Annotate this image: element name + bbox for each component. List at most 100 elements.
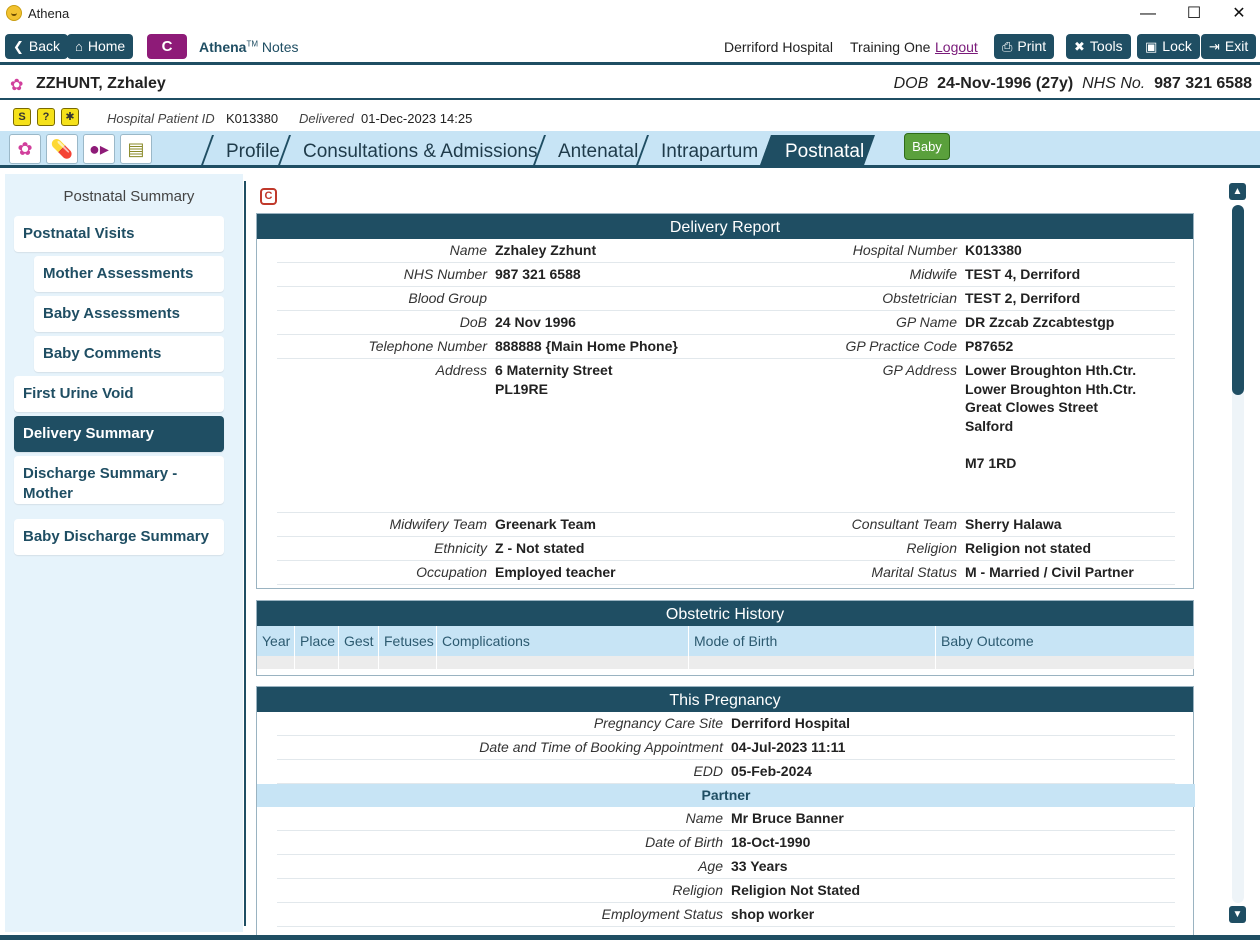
close-button[interactable]: ✕ xyxy=(1216,0,1260,28)
help-icon[interactable]: ? xyxy=(37,108,55,126)
detail-value: P87652 xyxy=(965,338,1014,354)
back-button[interactable]: ❮ Back xyxy=(5,34,69,59)
detail-label: Age xyxy=(698,858,723,874)
home-button[interactable]: ⌂ Home xyxy=(67,34,134,59)
baby-arrow-icon[interactable]: ●▸ xyxy=(83,134,115,164)
scrollbar[interactable]: ▲ ▼ xyxy=(1227,183,1247,923)
detail-row: Consultant Team Sherry Halawa xyxy=(707,513,1175,537)
nav-discharge-summary-mother[interactable]: Discharge Summary - Mother xyxy=(14,456,224,504)
col-mode-of-birth[interactable]: Mode of Birth xyxy=(689,626,936,656)
home-icon: ⌂ xyxy=(75,39,83,54)
exit-button[interactable]: ⇥ Exit xyxy=(1201,34,1257,59)
table-cell xyxy=(295,656,339,669)
address-line-2: PL19RE xyxy=(495,381,548,397)
col-gest[interactable]: Gest xyxy=(339,626,379,656)
scroll-down-icon[interactable]: ▼ xyxy=(1229,906,1246,923)
detail-row: Obstetrician TEST 2, Derriford xyxy=(707,287,1175,311)
detail-row: GP Address Lower Broughton Hth.Ctr. Lower … xyxy=(707,359,1175,513)
detail-label: Hospital Number xyxy=(852,242,957,258)
detail-value: 888888 {Main Home Phone} xyxy=(495,338,678,354)
detail-label: Address xyxy=(435,362,487,378)
nav-baby-assessments[interactable]: Baby Assessments xyxy=(34,296,224,332)
tab-consultations-admissions[interactable]: Consultations & Admissions xyxy=(276,135,554,168)
detail-row: Date of Birth 18-Oct-1990 xyxy=(277,831,1175,855)
tools-button[interactable]: ✖ Tools xyxy=(1066,34,1131,59)
detail-value: Religion Not Stated xyxy=(731,882,861,898)
baby-button[interactable]: Baby xyxy=(904,133,950,160)
c-button[interactable]: C xyxy=(147,34,187,59)
detail-label: Consultant Team xyxy=(851,516,957,532)
flower-icon: ✿ xyxy=(10,77,24,94)
flower-icon[interactable]: ✿ xyxy=(9,134,41,164)
scroll-thumb[interactable] xyxy=(1232,205,1244,395)
detail-label: Midwifery Team xyxy=(389,516,487,532)
window-title: Athena xyxy=(28,6,70,21)
col-complications[interactable]: Complications xyxy=(437,626,689,656)
nav-baby-discharge-summary[interactable]: Baby Discharge Summary xyxy=(14,519,224,555)
detail-value: TEST 2, Derriford xyxy=(965,290,1081,306)
detail-row: Name Mr Bruce Banner xyxy=(277,807,1175,831)
logout-link[interactable]: Logout xyxy=(935,39,978,55)
scroll-up-icon[interactable]: ▲ xyxy=(1229,183,1246,200)
medication-icon[interactable]: 💊 xyxy=(46,134,78,164)
detail-label: Name xyxy=(685,810,723,826)
chevron-left-icon: ❮ xyxy=(13,39,24,54)
user-name: Training One xyxy=(850,39,931,55)
detail-label: Date of Birth xyxy=(645,834,723,850)
app-name: AthenaTM Notes xyxy=(199,39,299,55)
tab-postnatal[interactable]: Postnatal xyxy=(758,135,876,168)
col-fetuses[interactable]: Fetuses xyxy=(379,626,437,656)
detail-row: NHS Number 987 321 6588 xyxy=(277,263,707,287)
nav-first-urine-void[interactable]: First Urine Void xyxy=(14,376,224,412)
maximize-button[interactable]: ☐ xyxy=(1171,0,1217,28)
detail-label: GP Practice Code xyxy=(845,338,957,354)
detail-label: Name xyxy=(449,242,487,258)
table-cell xyxy=(257,656,295,669)
nav-delivery-summary[interactable]: Delivery Summary xyxy=(14,416,224,452)
detail-row: Blood Group xyxy=(277,287,707,311)
this-pregnancy-title: This Pregnancy xyxy=(257,687,1193,712)
window-bottom-border xyxy=(0,935,1260,940)
tab-intrapartum[interactable]: Intrapartum xyxy=(634,135,775,168)
detail-label: GP Address xyxy=(882,362,957,378)
detail-row: Address 6 Maternity Street PL19RE xyxy=(277,359,707,513)
delivered-date: 01-Dec-2023 14:25 xyxy=(361,111,473,126)
nav-baby-comments[interactable]: Baby Comments xyxy=(34,336,224,372)
detail-value: DR Zzcab Zzcabtestgp xyxy=(965,314,1115,330)
alert-icon[interactable]: ✱ xyxy=(61,108,79,126)
detail-value: 04-Jul-2023 11:11 xyxy=(731,739,846,755)
detail-value-line: M7 1RD xyxy=(965,455,1017,471)
detail-value-line: Salford xyxy=(965,417,1014,434)
detail-label: Telephone Number xyxy=(368,338,487,354)
minimize-button[interactable]: — xyxy=(1125,0,1171,28)
nav-mother-assessments[interactable]: Mother Assessments xyxy=(34,256,224,292)
detail-label: Date and Time of Booking Appointment xyxy=(479,739,723,755)
athena-logo-icon xyxy=(6,5,22,21)
scroll-track[interactable] xyxy=(1232,205,1244,903)
col-place[interactable]: Place xyxy=(295,626,339,656)
obstetric-history-section: Obstetric History Year Place Gest Fetuse… xyxy=(256,600,1195,676)
detail-value: Greenark Team xyxy=(495,516,596,532)
col-year[interactable]: Year xyxy=(257,626,295,656)
c-badge[interactable]: C xyxy=(260,188,277,205)
delivered-label: Delivered xyxy=(299,111,354,126)
lock-button[interactable]: ▣ Lock xyxy=(1137,34,1200,59)
notes-icon[interactable]: ▤ xyxy=(120,134,152,164)
sepsis-icon[interactable]: S xyxy=(13,108,31,126)
detail-row: Date and Time of Booking Appointment 04-J… xyxy=(277,736,1175,760)
detail-label: Obstetrician xyxy=(882,290,957,306)
detail-row: Pregnancy Care Site Derriford Hospital xyxy=(277,712,1175,736)
table-cell xyxy=(437,656,689,669)
detail-label: Marital Status xyxy=(871,564,957,580)
detail-value: Derriford Hospital xyxy=(731,715,851,731)
detail-label: Pregnancy Care Site xyxy=(593,715,723,731)
col-baby-outcome[interactable]: Baby Outcome xyxy=(936,626,1195,656)
content-area: C Delivery Report Name Zzhaley Zzhunt NHS … xyxy=(246,171,1226,940)
print-button[interactable]: ⎙ Print xyxy=(994,34,1055,59)
detail-value: Zzhaley Zzhunt xyxy=(495,242,597,258)
patient-bar: ✿ ZZHUNT, Zzhaley DOB 24-Nov-1996 (27y) … xyxy=(0,68,1260,100)
nav-postnatal-visits[interactable]: Postnatal Visits xyxy=(14,216,224,252)
detail-label: NHS Number xyxy=(403,266,487,282)
patient-identifiers: DOB 24-Nov-1996 (27y) NHS No. 987 321 65… xyxy=(893,75,1252,92)
delivery-report-section: Delivery Report Name Zzhaley Zzhunt NHS Nu… xyxy=(256,213,1194,589)
